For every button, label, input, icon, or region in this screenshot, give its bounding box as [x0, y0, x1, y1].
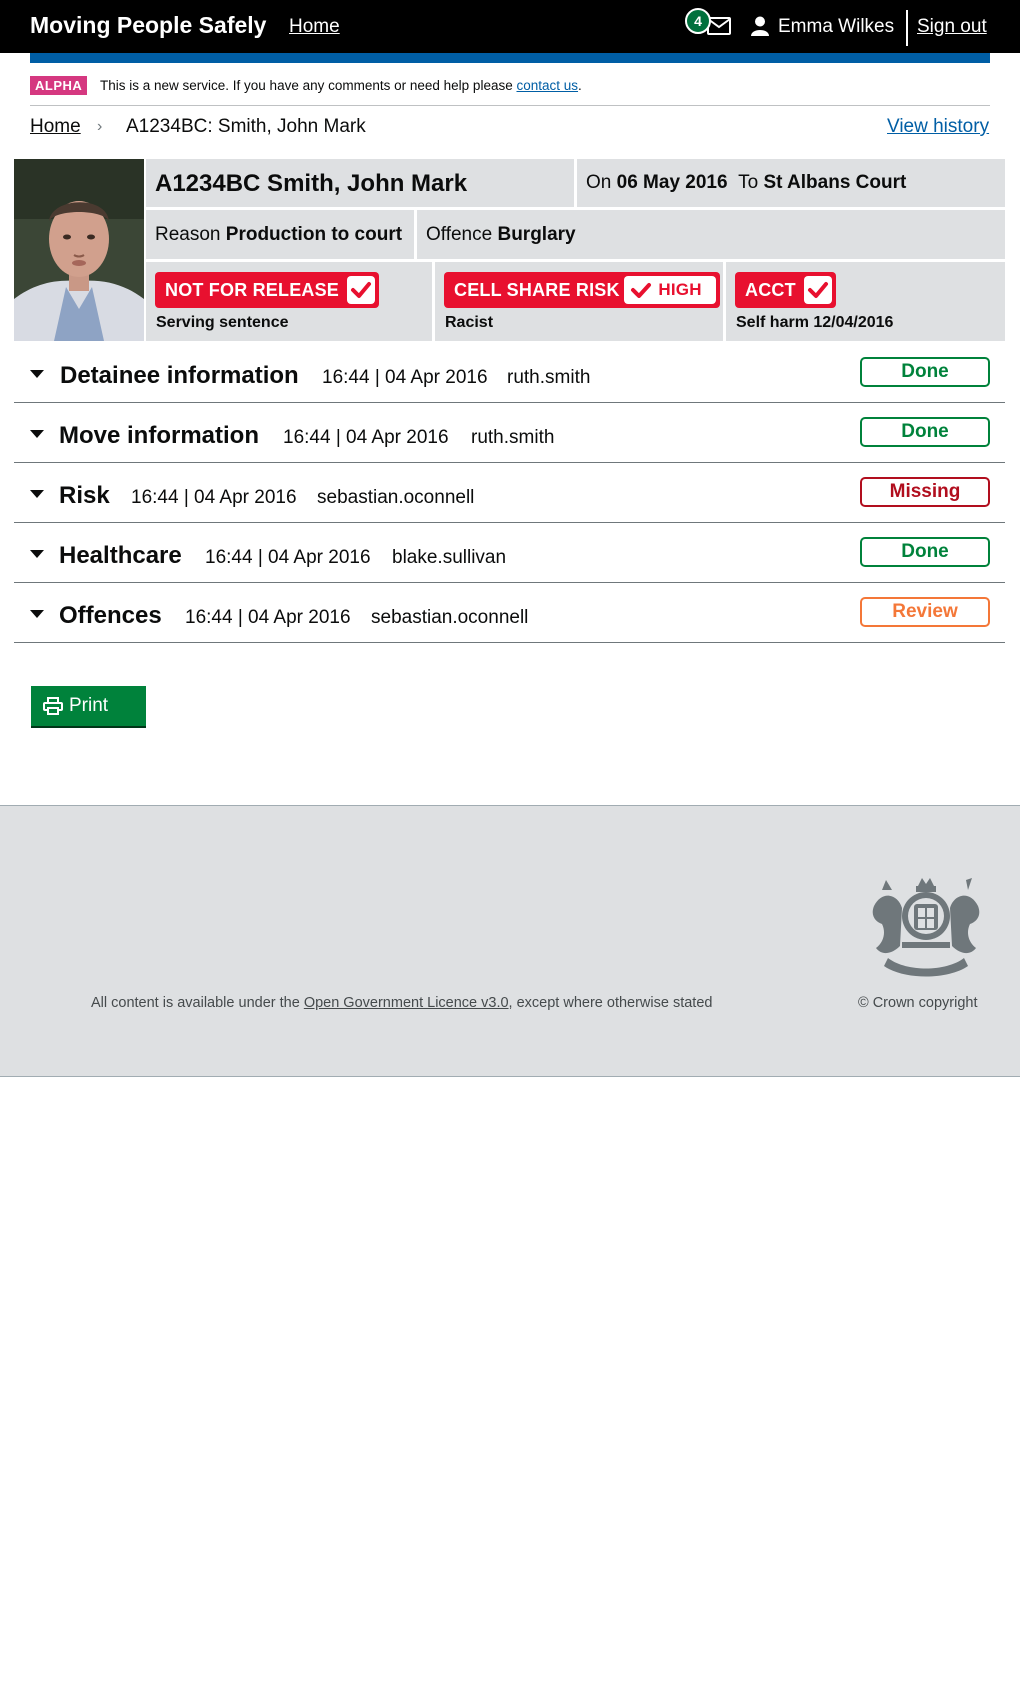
alert-label: CELL SHARE RISK	[454, 280, 620, 300]
crown-copyright[interactable]: © Crown copyright	[858, 995, 977, 1011]
alert-badge: CELL SHARE RISK HIGH	[444, 272, 720, 308]
view-history-link[interactable]: View history	[887, 116, 989, 138]
section-title[interactable]: Risk	[59, 482, 110, 510]
alert-acct: ACCT Self harm 12/04/2016	[726, 262, 1005, 341]
section-user: ruth.smith	[471, 427, 555, 448]
detainee-photo	[14, 159, 144, 341]
alert-detail: Serving sentence	[156, 314, 289, 331]
site-header: Moving People Safely Home 4 Emma Wilkes …	[0, 0, 1020, 53]
section-timestamp: 16:44 | 04 Apr 2016	[185, 607, 351, 628]
destination-name: St Albans Court	[763, 172, 907, 193]
breadcrumb-current: A1234BC: Smith, John Mark	[126, 116, 366, 137]
header-accent-bar	[30, 53, 990, 63]
phase-banner-text: This is a new service. If you have any c…	[100, 78, 582, 93]
status-badge: Missing	[860, 477, 990, 507]
licence-link[interactable]: Open Government Licence v3.0	[304, 995, 509, 1011]
section-user: ruth.smith	[507, 367, 591, 388]
alert-detail: Racist	[445, 314, 494, 331]
tick-icon	[347, 276, 376, 304]
move-reason: Reason Production to court	[146, 210, 414, 259]
alert-label: ACCT	[745, 280, 796, 300]
section-timestamp: 16:44 | 04 Apr 2016	[131, 487, 297, 508]
alert-label: NOT FOR RELEASE	[165, 280, 340, 300]
phase-banner: ALPHA This is a new service. If you have…	[30, 76, 990, 106]
user-name: Emma Wilkes	[778, 16, 895, 37]
reason-label: Reason	[155, 224, 221, 245]
breadcrumb-chevron-icon: ›	[97, 118, 103, 135]
royal-crest	[872, 878, 980, 977]
risk-level: HIGH	[658, 280, 702, 299]
sign-out-link[interactable]: Sign out	[917, 16, 987, 38]
notification-count-badge[interactable]: 4	[685, 8, 711, 34]
status-badge: Done	[860, 357, 990, 387]
offence-label: Offence	[426, 224, 493, 245]
section-title[interactable]: Healthcare	[59, 542, 182, 570]
phase-banner-suffix: .	[578, 78, 582, 93]
on-label: On	[586, 172, 612, 193]
alert-cell-share-risk: CELL SHARE RISK HIGH Racist	[435, 262, 723, 341]
alert-not-for-release: NOT FOR RELEASE Serving sentence	[146, 262, 432, 341]
contact-us-link[interactable]: contact us	[516, 78, 578, 93]
section-title[interactable]: Detainee information	[60, 362, 299, 390]
header-home-link[interactable]: Home	[289, 16, 340, 38]
alert-badge: ACCT	[735, 272, 836, 308]
section-title[interactable]: Move information	[59, 422, 259, 450]
caret-down-icon[interactable]	[30, 430, 44, 438]
status-badge: Review	[860, 597, 990, 627]
move-destination: On 06 May 2016 To St Albans Court	[577, 159, 1005, 207]
status-badge: Done	[860, 417, 990, 447]
caret-down-icon[interactable]	[30, 550, 44, 558]
section-risk[interactable]: Risk 16:44 | 04 Apr 2016 sebastian.oconn…	[14, 465, 1005, 523]
breadcrumb-home-link[interactable]: Home	[30, 116, 81, 138]
header-divider	[906, 10, 908, 46]
section-title[interactable]: Offences	[59, 602, 162, 630]
status-badge: Done	[860, 537, 990, 567]
print-button[interactable]: Print	[31, 686, 146, 726]
reason-value: Production to court	[225, 224, 403, 245]
section-user: sebastian.oconnell	[371, 607, 529, 628]
alert-badge: NOT FOR RELEASE	[155, 272, 380, 308]
user-icon	[751, 16, 769, 36]
licence-suffix: , except where otherwise stated	[508, 995, 713, 1011]
section-healthcare[interactable]: Healthcare 16:44 | 04 Apr 2016 blake.sul…	[14, 525, 1005, 583]
alpha-tag: ALPHA	[30, 76, 88, 95]
to-label: To	[738, 172, 759, 193]
section-timestamp: 16:44 | 04 Apr 2016	[283, 427, 449, 448]
caret-down-icon[interactable]	[30, 370, 44, 378]
section-move-information[interactable]: Move information 16:44 | 04 Apr 2016 rut…	[14, 405, 1005, 463]
print-label: Print	[69, 695, 109, 716]
offence: Offence Burglary	[417, 210, 1005, 259]
section-offences[interactable]: Offences 16:44 | 04 Apr 2016 sebastian.o…	[14, 585, 1005, 643]
risk-level-badge: HIGH	[624, 276, 716, 304]
licence-text: All content is available under the Open …	[91, 995, 712, 1011]
licence-prefix: All content is available under the	[91, 995, 300, 1011]
section-timestamp: 16:44 | 04 Apr 2016	[322, 367, 488, 388]
tick-icon	[631, 283, 652, 298]
detainee-name: A1234BC Smith, John Mark	[146, 159, 574, 207]
section-detainee-information[interactable]: Detainee information 16:44 | 04 Apr 2016…	[14, 345, 1005, 403]
phase-banner-message: This is a new service. If you have any c…	[100, 78, 513, 93]
offence-value: Burglary	[497, 224, 576, 245]
caret-down-icon[interactable]	[30, 610, 44, 618]
printer-icon	[43, 697, 63, 715]
move-date: 06 May 2016	[616, 172, 728, 193]
tick-icon	[803, 276, 832, 304]
caret-down-icon[interactable]	[30, 490, 44, 498]
service-name[interactable]: Moving People Safely	[30, 12, 266, 39]
section-user: sebastian.oconnell	[317, 487, 475, 508]
alert-detail: Self harm 12/04/2016	[736, 314, 894, 331]
section-user: blake.sullivan	[392, 547, 507, 568]
section-timestamp: 16:44 | 04 Apr 2016	[205, 547, 371, 568]
site-footer: All content is available under the Open …	[0, 805, 1020, 1077]
